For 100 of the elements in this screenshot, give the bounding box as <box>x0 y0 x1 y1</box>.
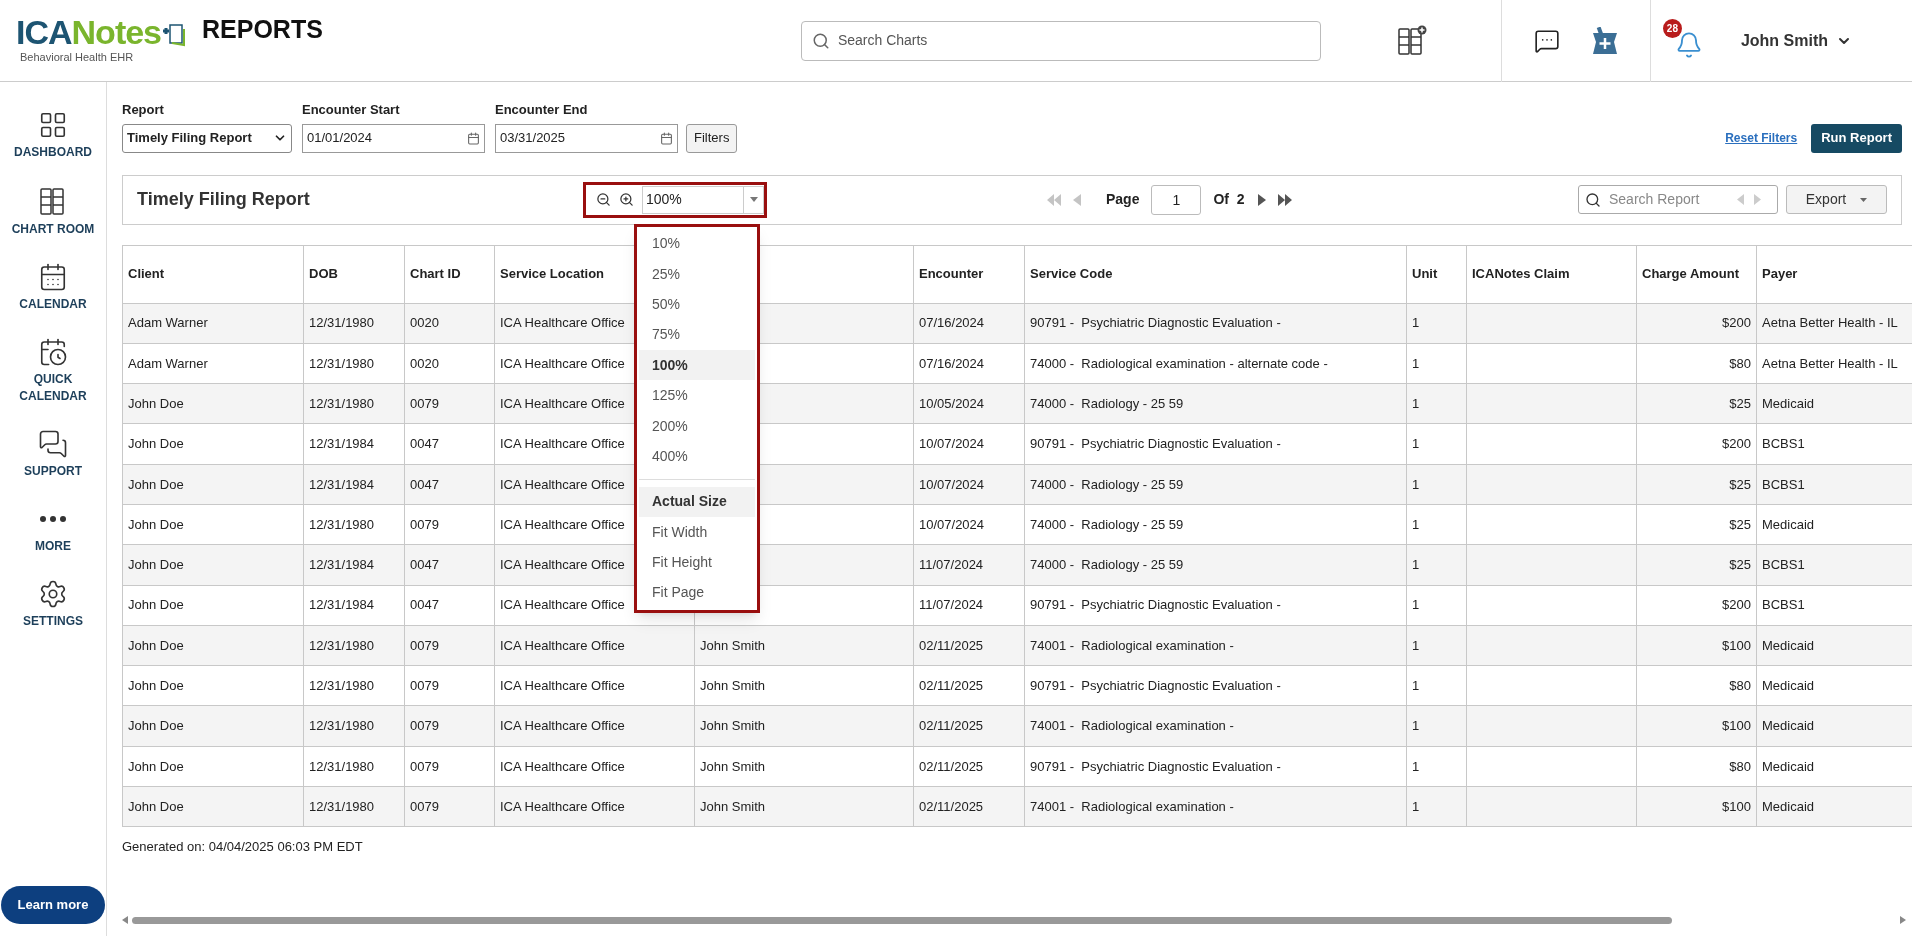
table-cell: 12/31/1980 <box>309 315 375 331</box>
table-cell: ICA Healthcare Office <box>500 476 625 492</box>
zoom-option[interactable]: Fit Page <box>639 577 755 609</box>
table-cell: ICA Healthcare Office <box>500 758 625 774</box>
zoom-option[interactable]: 100% <box>639 350 755 381</box>
sidebar-item[interactable]: SETTINGS <box>8 613 98 630</box>
zoom-option[interactable]: 125% <box>639 380 755 411</box>
learn-more-button[interactable]: Learn more <box>1 886 105 924</box>
table-cell: 02/11/2025 <box>919 718 984 734</box>
table-cell: 1 <box>1412 516 1420 532</box>
table-cell: 0079 <box>410 798 439 814</box>
report-search-field[interactable]: Search Report <box>1609 189 1729 210</box>
column-header: Charge Amount <box>1642 266 1740 282</box>
zoom-option[interactable]: 50% <box>639 289 755 320</box>
table-cell: John Doe <box>128 436 184 452</box>
table-cell: ICA Healthcare Office <box>500 557 625 573</box>
table-cell: John Doe <box>128 597 184 613</box>
date-field[interactable]: 03/31/2025 <box>495 123 678 153</box>
table-cell: 74000 - Radiology - 25 59 <box>1030 476 1184 492</box>
sidebar-item[interactable]: SUPPORT <box>8 463 98 480</box>
table-cell: John Doe <box>128 637 184 653</box>
zoom-in-icon[interactable] <box>619 192 634 207</box>
table-cell: 1 <box>1412 476 1420 492</box>
table-cell: Medicaid <box>1762 637 1815 653</box>
table-cell: 10/07/2024 <box>919 516 985 532</box>
table-cell: 74000 - Radiology - 25 59 <box>1030 396 1184 411</box>
zoom-option[interactable]: 10% <box>639 228 755 259</box>
scroll-left-icon[interactable] <box>122 916 128 924</box>
table-cell: Adam Warner <box>128 355 208 371</box>
table-cell: 90791 - Psychiatric Diagnostic Evaluation - <box>1030 315 1281 331</box>
logo-subtitle: Behavioral Health EHR <box>19 50 135 66</box>
table-cell: ICA Healthcare Office <box>500 637 625 653</box>
table-cell: 02/11/2025 <box>919 678 984 694</box>
zoom-option[interactable]: 200% <box>639 410 755 442</box>
table-cell: ICA Healthcare Office <box>500 396 625 411</box>
column-header: Service Location <box>500 266 605 282</box>
table-cell: ICA Healthcare Office <box>500 597 625 613</box>
table-cell: 74000 - Radiology - 25 59 <box>1030 557 1184 573</box>
column-header: Chart ID <box>410 266 461 282</box>
column-header: Unit <box>1412 266 1438 282</box>
last-page-icon[interactable] <box>1277 193 1292 206</box>
zoom-option[interactable]: 25% <box>639 258 755 290</box>
table-cell: Adam Warner <box>128 315 208 331</box>
zoom-out-icon[interactable] <box>596 192 611 207</box>
zoom-option[interactable]: 400% <box>639 441 755 472</box>
table-cell: $80 <box>1729 355 1751 371</box>
zoom-option[interactable]: Actual Size <box>639 486 755 517</box>
page-field[interactable]: 1 <box>1151 184 1202 215</box>
zoom-option[interactable]: Fit Height <box>639 547 755 578</box>
calendar-icon[interactable] <box>660 131 673 145</box>
report-select[interactable]: Timely Filing Report <box>122 123 292 153</box>
table-cell: John Doe <box>128 798 184 814</box>
sidebar-item[interactable]: MORE <box>8 538 98 555</box>
calendar-icon[interactable] <box>467 131 480 145</box>
table-cell: 0079 <box>410 516 439 532</box>
scroll-right-icon[interactable] <box>1900 916 1906 924</box>
zoom-option[interactable]: 75% <box>639 319 755 351</box>
notification-badge: 28 <box>1662 18 1682 38</box>
calendar-icon <box>38 262 68 292</box>
table-cell: 1 <box>1412 678 1420 694</box>
table-cell: John Doe <box>128 516 184 532</box>
search-box[interactable]: Search Charts <box>800 20 1321 61</box>
table-cell: $200 <box>1722 315 1751 331</box>
column-header: Client <box>128 266 165 282</box>
table-cell: 07/16/2024 <box>919 355 985 371</box>
date-field[interactable]: 01/01/2024 <box>302 123 485 153</box>
next-page-icon[interactable] <box>1256 193 1266 206</box>
table-cell: 1 <box>1412 597 1420 613</box>
table-cell: Medicaid <box>1762 516 1815 532</box>
user-menu[interactable]: John Smith <box>1740 28 1852 53</box>
generated-note: Generated on: 04/04/2025 06:03 PM EDT <box>122 838 364 857</box>
table-cell: 90791 - Psychiatric Diagnostic Evaluation - <box>1030 758 1281 774</box>
sidebar-item[interactable]: DASHBOARD <box>8 144 98 161</box>
table-cell: John Smith <box>700 798 766 814</box>
table-cell: 02/11/2025 <box>919 798 984 814</box>
zoom-option[interactable]: Fit Width <box>639 517 755 548</box>
table-cell: 0047 <box>410 557 439 573</box>
filters-button[interactable]: Filters <box>686 123 738 153</box>
sidebar-item[interactable]: CHART ROOM <box>8 221 98 238</box>
search-icon <box>1585 191 1601 208</box>
sidebar-item[interactable]: CALENDAR <box>8 296 98 313</box>
export-button[interactable]: Export <box>1786 185 1887 214</box>
table-cell: John Smith <box>700 718 766 734</box>
reset-filters-link[interactable]: Reset Filters <box>1725 128 1798 147</box>
search-field[interactable]: Search Charts <box>837 30 1310 51</box>
pharmacy-button[interactable] <box>1591 26 1618 55</box>
sidebar-item[interactable]: QUICK CALENDAR <box>8 371 98 405</box>
table-cell: 74000 - Radiological examination - alternate code - <box>1030 355 1328 371</box>
settings-icon <box>38 579 68 609</box>
zoom-select[interactable]: 100% <box>642 185 764 214</box>
table-cell: 0047 <box>410 436 439 452</box>
messages-button[interactable] <box>1533 27 1560 54</box>
run-report-button[interactable]: Run Report <box>1811 123 1902 153</box>
table-cell: 1 <box>1412 557 1420 573</box>
table-cell: 12/31/1980 <box>309 678 375 694</box>
table-cell: John Doe <box>128 476 184 492</box>
report-search-box[interactable]: Search Report <box>1578 185 1778 214</box>
table-cell: 0047 <box>410 597 439 613</box>
table-cell: Medicaid <box>1762 396 1815 411</box>
table-cell: John Smith <box>700 758 766 774</box>
